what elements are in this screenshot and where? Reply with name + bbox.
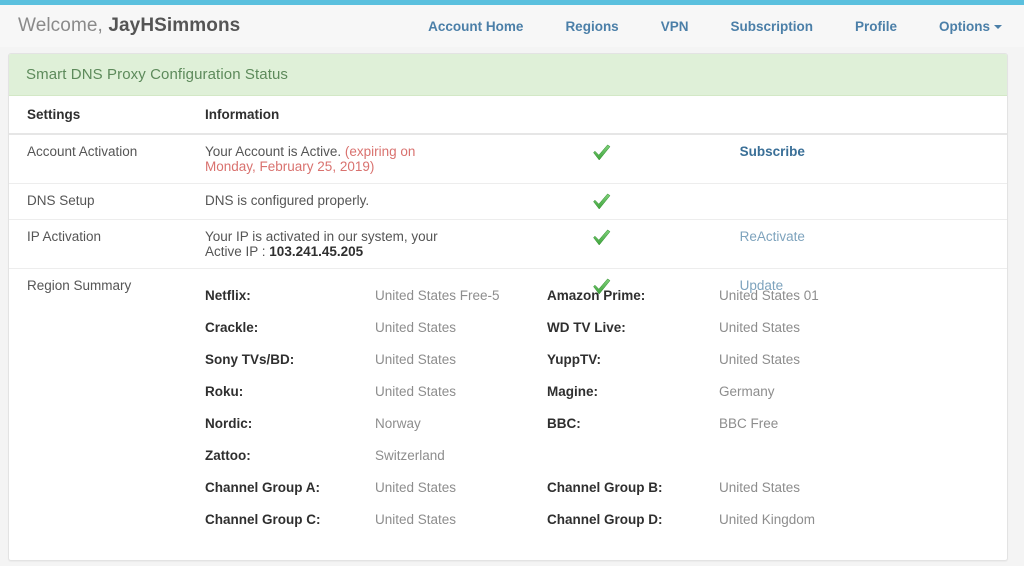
table-row: Region Summary Netflix:United States Fre…: [9, 269, 1007, 545]
row-label-ip-activation: IP Activation: [9, 220, 205, 269]
region-summary-grid: Netflix:United States Free-5Amazon Prime…: [205, 278, 464, 535]
nav-regions-label: Regions: [565, 19, 618, 34]
active-ip-address: 103.241.45.205: [269, 244, 363, 259]
region-label-b: Channel Group D:: [547, 503, 719, 535]
region-value-a: United States: [375, 311, 547, 343]
chevron-down-icon: [994, 25, 1002, 29]
region-label-b: Magine:: [547, 375, 719, 407]
nav-options-label: Options: [939, 19, 990, 34]
region-label-b: BBC:: [547, 407, 719, 439]
row-label-dns-setup: DNS Setup: [9, 184, 205, 220]
username-label: JayHSimmons: [108, 15, 240, 36]
region-value-a: United States Free-5: [375, 279, 547, 311]
region-label-a: Nordic:: [205, 407, 375, 439]
green-check-icon: [592, 193, 611, 210]
nav-profile[interactable]: Profile: [834, 19, 918, 34]
reactivate-link[interactable]: ReActivate: [740, 229, 805, 244]
region-label-b: [547, 439, 719, 471]
green-check-icon: [592, 144, 611, 161]
row-action-dns-setup: [740, 184, 1007, 220]
row-label-account-activation: Account Activation: [9, 134, 205, 184]
nav-vpn-label: VPN: [661, 19, 689, 34]
column-header-status: [472, 96, 739, 134]
nav-account-home-label: Account Home: [428, 19, 523, 34]
nav-subscription[interactable]: Subscription: [709, 19, 834, 34]
welcome-message: Welcome, JayHSimmons: [18, 15, 240, 37]
green-check-icon: [592, 278, 611, 295]
row-action-account-activation: Subscribe: [740, 134, 1007, 184]
region-value-a: United States: [375, 343, 547, 375]
region-value-a: United States: [375, 503, 547, 535]
main-navigation: Account Home Regions VPN Subscription Pr…: [407, 19, 1002, 34]
region-value-b: United States: [719, 311, 819, 343]
row-info-ip-activation: Your IP is activated in our system, your…: [205, 220, 472, 269]
status-panel: Smart DNS Proxy Configuration Status Set…: [8, 53, 1008, 561]
row-info-region-summary: Netflix:United States Free-5Amazon Prime…: [205, 269, 472, 545]
table-row: Account Activation Your Account is Activ…: [9, 134, 1007, 184]
update-link[interactable]: Update: [740, 278, 784, 293]
region-label-b: Amazon Prime:: [547, 279, 719, 311]
row-status-dns-setup: [472, 184, 739, 220]
nav-options[interactable]: Options: [918, 19, 1002, 34]
column-header-action: [740, 96, 1007, 134]
region-value-a: Norway: [375, 407, 547, 439]
row-info-dns-setup: DNS is configured properly.: [205, 184, 472, 220]
region-value-b: [719, 439, 819, 471]
row-action-ip-activation: ReActivate: [740, 220, 1007, 269]
nav-account-home[interactable]: Account Home: [407, 19, 544, 34]
row-label-region-summary: Region Summary: [9, 269, 205, 545]
region-value-b: United States: [719, 471, 819, 503]
region-label-a: Roku:: [205, 375, 375, 407]
region-value-a: United States: [375, 375, 547, 407]
nav-vpn[interactable]: VPN: [640, 19, 710, 34]
account-status-text: Your Account is Active.: [205, 144, 341, 159]
region-value-b: Germany: [719, 375, 819, 407]
panel-heading: Smart DNS Proxy Configuration Status: [9, 54, 1007, 96]
table-header-row: Settings Information: [9, 96, 1007, 134]
region-value-b: United Kingdom: [719, 503, 819, 535]
table-row: IP Activation Your IP is activated in ou…: [9, 220, 1007, 269]
region-value-b: United States: [719, 343, 819, 375]
region-value-a: Switzerland: [375, 439, 547, 471]
region-label-a: Netflix:: [205, 279, 375, 311]
row-status-account-activation: [472, 134, 739, 184]
region-label-a: Sony TVs/BD:: [205, 343, 375, 375]
region-value-b: BBC Free: [719, 407, 819, 439]
column-header-information: Information: [205, 96, 472, 134]
region-label-b: Channel Group B:: [547, 471, 719, 503]
region-label-a: Zattoo:: [205, 439, 375, 471]
region-label-b: WD TV Live:: [547, 311, 719, 343]
nav-regions[interactable]: Regions: [544, 19, 639, 34]
subscribe-link[interactable]: Subscribe: [740, 144, 805, 159]
green-check-icon: [592, 229, 611, 246]
configuration-status-table: Settings Information Account Activation …: [9, 96, 1007, 544]
row-info-account-activation: Your Account is Active. (expiring on Mon…: [205, 134, 472, 184]
nav-subscription-label: Subscription: [730, 19, 813, 34]
nav-profile-label: Profile: [855, 19, 897, 34]
welcome-prefix: Welcome,: [18, 15, 103, 36]
region-label-a: Channel Group A:: [205, 471, 375, 503]
region-value-a: United States: [375, 471, 547, 503]
column-header-settings: Settings: [9, 96, 205, 134]
row-status-ip-activation: [472, 220, 739, 269]
region-label-a: Crackle:: [205, 311, 375, 343]
region-label-b: YuppTV:: [547, 343, 719, 375]
table-row: DNS Setup DNS is configured properly.: [9, 184, 1007, 220]
region-label-a: Channel Group C:: [205, 503, 375, 535]
page-header: Welcome, JayHSimmons Account Home Region…: [0, 5, 1024, 47]
